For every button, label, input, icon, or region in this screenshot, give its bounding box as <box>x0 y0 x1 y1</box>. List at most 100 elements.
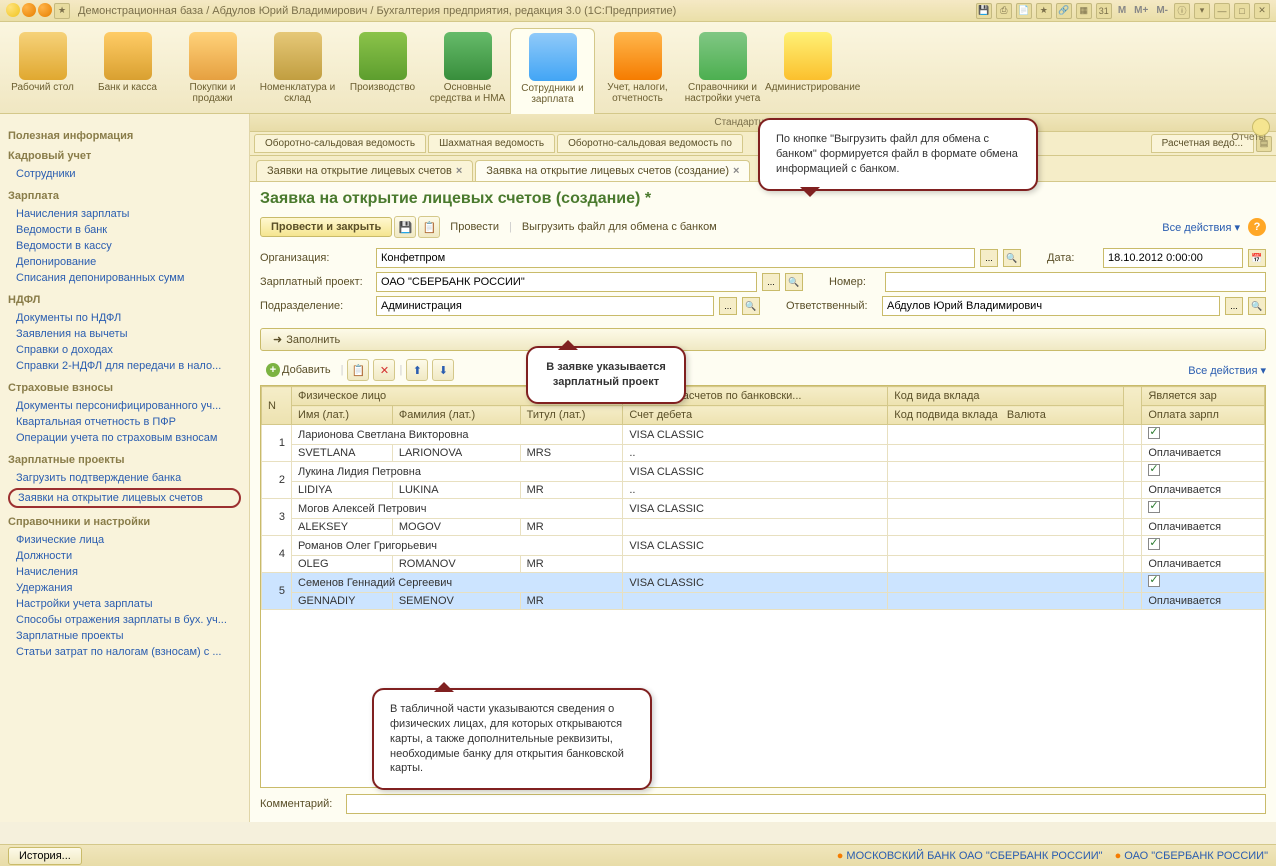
salary-checkbox[interactable] <box>1148 464 1160 476</box>
col-salary[interactable]: Является зар <box>1142 387 1265 406</box>
doc-icon[interactable]: 📄 <box>1016 3 1032 19</box>
col-payment[interactable]: Оплата зарпл <box>1142 406 1265 425</box>
sidebar-link[interactable]: Справки о доходах <box>4 342 245 358</box>
sidebar-link[interactable]: Ведомости в кассу <box>4 238 245 254</box>
export-file-button[interactable]: Выгрузить файл для обмена с банком <box>514 218 725 236</box>
toolbar-item[interactable]: Производство <box>340 28 425 113</box>
fill-button[interactable]: ➜ Заполнить <box>260 328 1266 351</box>
salary-checkbox[interactable] <box>1148 501 1160 513</box>
mem-m[interactable]: M <box>1116 5 1128 16</box>
resp-search-icon[interactable]: 🔍 <box>1248 297 1266 315</box>
copy-row-icon[interactable]: 📋 <box>347 359 369 381</box>
salary-checkbox[interactable] <box>1148 538 1160 550</box>
dept-input[interactable]: Администрация <box>376 296 714 316</box>
nav-back-icon[interactable] <box>22 3 36 17</box>
table-row[interactable]: 1Ларионова Светлана ВикторовнаVISA CLASS… <box>262 425 1265 445</box>
sidebar-link[interactable]: Списания депонированных сумм <box>4 270 245 286</box>
table-row[interactable]: 5Семенов Геннадий СергеевичVISA CLASSIC <box>262 573 1265 593</box>
col-n[interactable]: N <box>262 387 292 425</box>
project-search-icon[interactable]: 🔍 <box>785 273 803 291</box>
mem-mplus[interactable]: M+ <box>1132 5 1150 16</box>
col-surname-lat[interactable]: Фамилия (лат.) <box>392 406 520 425</box>
nav-fwd-icon[interactable] <box>38 3 52 17</box>
maximize-icon[interactable]: □ <box>1234 3 1250 19</box>
salary-checkbox[interactable] <box>1148 427 1160 439</box>
minimize-icon[interactable]: — <box>1214 3 1230 19</box>
close-icon[interactable]: ✕ <box>1254 3 1270 19</box>
delete-row-icon[interactable]: ✕ <box>373 359 395 381</box>
col-title-lat[interactable]: Титул (лат.) <box>520 406 623 425</box>
org-select-icon[interactable]: ... <box>980 249 998 267</box>
salary-checkbox[interactable] <box>1148 575 1160 587</box>
sidebar-link[interactable]: Настройки учета зарплаты <box>4 596 245 612</box>
table-row[interactable]: LIDIYALUKINAMR..Оплачивается <box>262 482 1265 499</box>
table-row[interactable]: 2Лукина Лидия ПетровнаVISA CLASSIC <box>262 462 1265 482</box>
project-select-icon[interactable]: ... <box>762 273 780 291</box>
collapse-icon[interactable] <box>1252 118 1270 136</box>
status-bank1[interactable]: ●МОСКОВСКИЙ БАНК ОАО "СБЕРБАНК РОССИИ" <box>837 850 1103 862</box>
org-search-icon[interactable]: 🔍 <box>1003 249 1021 267</box>
table-row[interactable]: 3Могов Алексей ПетровичVISA CLASSIC <box>262 499 1265 519</box>
status-bank2[interactable]: ●ОАО "СБЕРБАНК РОССИИ" <box>1115 850 1268 862</box>
resp-input[interactable]: Абдулов Юрий Владимирович <box>882 296 1220 316</box>
save-icon[interactable]: 💾 <box>976 3 992 19</box>
sidebar-link[interactable]: Начисления <box>4 564 245 580</box>
sidebar-link[interactable]: Ведомости в банк <box>4 222 245 238</box>
document-tab[interactable]: Заявка на открытие лицевых счетов (созда… <box>475 160 750 181</box>
date-input[interactable]: 18.10.2012 0:00:00 <box>1103 248 1243 268</box>
toolbar-item[interactable]: Администрирование <box>765 28 850 113</box>
close-tab-icon[interactable]: × <box>733 165 739 177</box>
dropdown-icon[interactable]: ▾ <box>1194 3 1210 19</box>
table-row[interactable]: GENNADIYSEMENOVMRОплачивается <box>262 593 1265 610</box>
print-icon[interactable]: ⎙ <box>996 3 1012 19</box>
sidebar-link[interactable]: Загрузить подтверждение банка <box>4 470 245 486</box>
history-button[interactable]: История... <box>8 847 82 865</box>
dept-select-icon[interactable]: ... <box>719 297 737 315</box>
sidebar-link[interactable]: Документы персонифицированного уч... <box>4 398 245 414</box>
toolbar-item[interactable]: Основные средства и НМА <box>425 28 510 113</box>
toolbar-item[interactable]: Покупки и продажи <box>170 28 255 113</box>
toolbar-item[interactable]: Сотрудники и зарплата <box>510 28 595 114</box>
resp-select-icon[interactable]: ... <box>1225 297 1243 315</box>
table-row[interactable]: ALEKSEYMOGOVMRОплачивается <box>262 519 1265 536</box>
document-tab[interactable]: Заявки на открытие лицевых счетов× <box>256 160 473 181</box>
sidebar-link[interactable]: Депонирование <box>4 254 245 270</box>
star-icon[interactable]: ★ <box>1036 3 1052 19</box>
date-picker-icon[interactable]: 📅 <box>1248 249 1266 267</box>
toolbar-item[interactable]: Номенклатура и склад <box>255 28 340 113</box>
project-input[interactable]: ОАО "СБЕРБАНК РОССИИ" <box>376 272 757 292</box>
report-subtab[interactable]: Оборотно-сальдовая ведомость <box>254 134 426 153</box>
sidebar-link[interactable]: Должности <box>4 548 245 564</box>
sidebar-link[interactable]: Справки 2-НДФЛ для передачи в нало... <box>4 358 245 374</box>
post-button[interactable]: Провести <box>442 218 507 236</box>
close-tab-icon[interactable]: × <box>456 165 462 177</box>
move-down-icon[interactable]: ⬇ <box>432 359 454 381</box>
toolbar-item[interactable]: Банк и касса <box>85 28 170 113</box>
toolbar-item[interactable]: Справочники и настройки учета <box>680 28 765 113</box>
toolbar-item[interactable]: Учет, налоги, отчетность <box>595 28 680 113</box>
sidebar-link[interactable]: Документы по НДФЛ <box>4 310 245 326</box>
save-button[interactable]: 💾 <box>394 216 416 238</box>
table-row[interactable]: 4Романов Олег ГригорьевичVISA CLASSIC <box>262 536 1265 556</box>
sidebar-link[interactable]: Физические лица <box>4 532 245 548</box>
table-all-actions-link[interactable]: Все действия ▾ <box>1188 364 1266 377</box>
favorites-icon[interactable]: ★ <box>54 3 70 19</box>
link-icon[interactable]: 🔗 <box>1056 3 1072 19</box>
info-icon[interactable]: ⓘ <box>1174 3 1190 19</box>
sidebar-link[interactable]: Зарплатные проекты <box>4 628 245 644</box>
sidebar-link[interactable]: Операции учета по страховым взносам <box>4 430 245 446</box>
table-row[interactable]: SVETLANALARIONOVAMRS..Оплачивается <box>262 445 1265 462</box>
table-row[interactable]: OLEGROMANOVMRОплачивается <box>262 556 1265 573</box>
add-row-button[interactable]: +Добавить <box>260 361 337 379</box>
sidebar-link[interactable]: Способы отражения зарплаты в бух. уч... <box>4 612 245 628</box>
sidebar-link[interactable]: Начисления зарплаты <box>4 206 245 222</box>
all-actions-link[interactable]: Все действия ▾ <box>1162 221 1240 234</box>
help-icon[interactable]: ? <box>1248 218 1266 236</box>
col-name-lat[interactable]: Имя (лат.) <box>292 406 393 425</box>
col-deposit[interactable]: Код вида вклада <box>888 387 1123 406</box>
post-icon[interactable]: 📋 <box>418 216 440 238</box>
toolbar-item[interactable]: Рабочий стол <box>0 28 85 113</box>
sidebar-link[interactable]: Заявления на вычеты <box>4 326 245 342</box>
post-and-close-button[interactable]: Провести и закрыть <box>260 217 392 237</box>
sidebar-link[interactable]: Квартальная отчетность в ПФР <box>4 414 245 430</box>
